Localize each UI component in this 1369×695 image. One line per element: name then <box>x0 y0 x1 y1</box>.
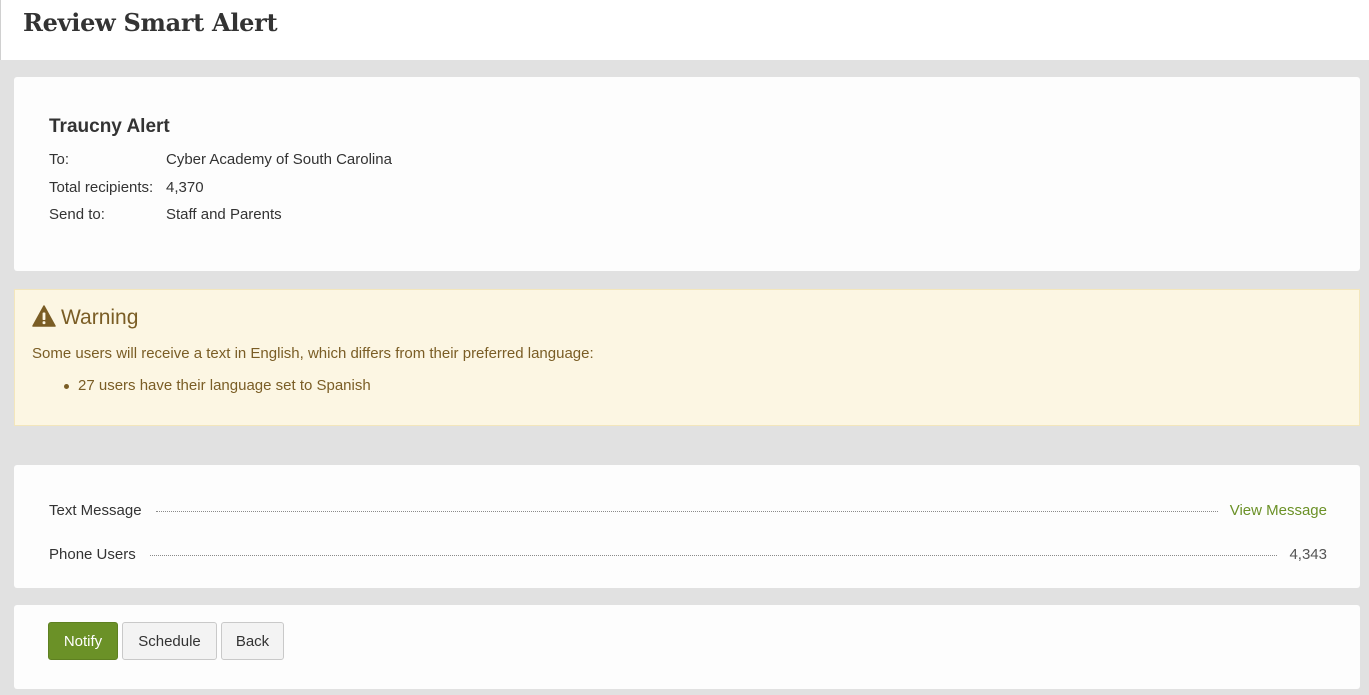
warning-list: 27 users have their language set to Span… <box>32 377 371 394</box>
to-row: To: Cyber Academy of South Carolina <box>49 151 392 169</box>
total-recipients-label: Total recipients: <box>49 179 154 196</box>
page-title: Review Smart Alert <box>23 8 278 37</box>
phone-users-row: Phone Users 4,343 <box>49 546 1327 563</box>
delivery-summary-card: Text Message View Message Phone Users 4,… <box>14 465 1360 588</box>
view-message-link[interactable]: View Message <box>1230 502 1327 519</box>
alert-title: Traucny Alert <box>49 116 170 137</box>
alert-summary-card: Traucny Alert To: Cyber Academy of South … <box>14 77 1360 271</box>
text-message-row: Text Message View Message <box>49 502 1327 519</box>
back-button[interactable]: Back <box>221 622 284 660</box>
actions-card: Notify Schedule Back <box>14 605 1360 689</box>
total-recipients-value: 4,370 <box>166 179 204 196</box>
to-label: To: <box>49 151 70 168</box>
send-to-label: Send to: <box>49 206 105 223</box>
send-to-value: Staff and Parents <box>166 206 282 223</box>
phone-users-label: Phone Users <box>49 546 136 563</box>
page-header: Review Smart Alert <box>0 0 1369 60</box>
to-value: Cyber Academy of South Carolina <box>166 151 392 168</box>
bullet-icon <box>64 384 69 389</box>
total-recipients-row: Total recipients: 4,370 <box>49 179 204 197</box>
warning-list-item: 27 users have their language set to Span… <box>32 377 371 394</box>
send-to-row: Send to: Staff and Parents <box>49 206 282 224</box>
warning-message: Some users will receive a text in Englis… <box>32 345 594 362</box>
warning-title: Warning <box>61 306 139 329</box>
phone-users-count: 4,343 <box>1289 546 1327 563</box>
warning-triangle-icon <box>32 305 56 327</box>
notify-button[interactable]: Notify <box>48 622 118 660</box>
dotted-leader <box>155 511 1218 512</box>
dotted-leader <box>149 555 1278 556</box>
text-message-label: Text Message <box>49 502 142 519</box>
language-warning-box: Warning Some users will receive a text i… <box>14 289 1360 426</box>
warning-item-text: 27 users have their language set to Span… <box>78 377 371 394</box>
schedule-button[interactable]: Schedule <box>122 622 217 660</box>
